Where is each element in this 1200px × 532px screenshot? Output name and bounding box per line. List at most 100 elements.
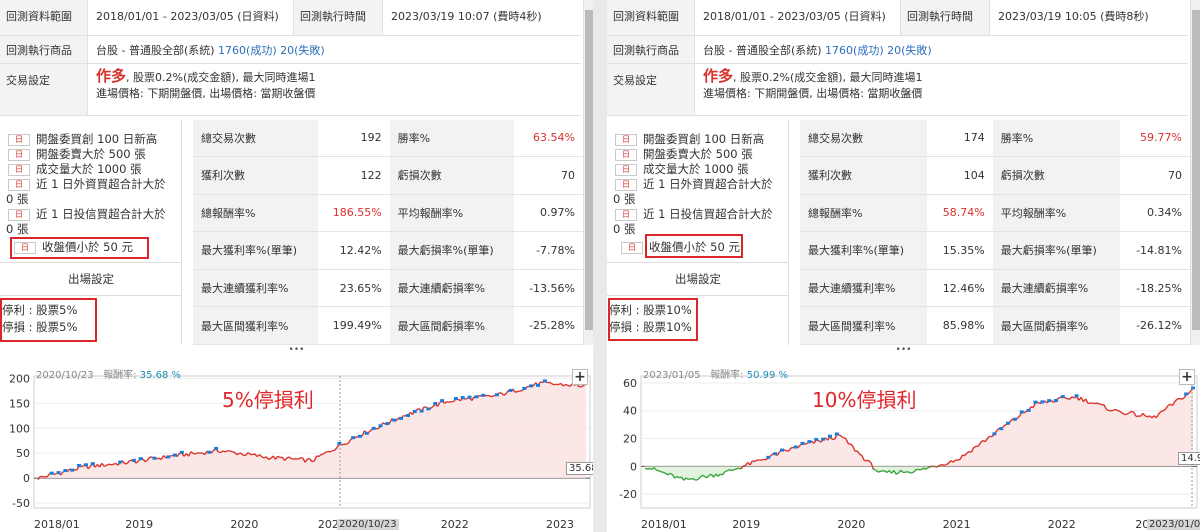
chip-return-label: 報酬率: [710, 370, 744, 381]
stat-key: 最大連續獲利率% [800, 269, 928, 308]
daily-tag: 日 [615, 163, 637, 176]
new-high-marker [412, 409, 417, 413]
zoom-in-button[interactable]: + [572, 369, 588, 385]
condition-item: 日開盤委買創 100 日新高 [607, 132, 788, 147]
condition-text: 開盤委買創 100 日新高 [36, 132, 158, 146]
chip-return-label: 報酬率: [103, 370, 137, 381]
equity-line-segment [658, 470, 662, 473]
y-tick-label: 100 [9, 422, 30, 435]
scrollbar[interactable] [1190, 0, 1200, 345]
equity-line-segment [487, 394, 491, 397]
exec-time-label: 回測執行時間 [900, 0, 990, 35]
new-high-marker [49, 471, 54, 475]
new-high-marker [118, 460, 123, 464]
stat-value: 23.65% [317, 269, 390, 308]
new-high-marker [529, 384, 534, 388]
scrollbar-thumb[interactable] [585, 10, 593, 330]
condition-item: 日成交量大於 1000 張 [607, 162, 788, 177]
product-success-link[interactable]: 1760(成功) [825, 44, 884, 57]
new-high-marker [460, 396, 465, 400]
stat-value: -26.12% [1119, 306, 1190, 345]
stat-value: 15.35% [927, 231, 993, 270]
product-fail-link[interactable]: 20(失敗) [280, 44, 325, 57]
new-high-marker [70, 468, 75, 472]
trade-line1: , 股票0.2%(成交金額), 最大同時進場1 [126, 71, 316, 84]
stat-key: 獲利次數 [800, 156, 928, 195]
equity-chart[interactable]: 60 40 20 0 -20 2018/01 2019 2020 2021 2022 2023/01… [607, 356, 1200, 532]
stat-key: 最大獲利率%(單筆) [193, 231, 318, 270]
equity-line-segment [53, 472, 57, 475]
new-high-marker [508, 388, 513, 392]
condition-item: 日近 1 日外資買超合計大於 [0, 177, 181, 192]
stat-value: -25.28% [514, 306, 583, 345]
stat-value: -7.78% [514, 231, 583, 270]
equity-line-segment [939, 463, 943, 467]
stat-key: 虧損次數 [389, 156, 515, 195]
new-high-marker [173, 453, 177, 457]
equity-line-segment [464, 397, 468, 400]
stat-key: 總交易次數 [800, 120, 928, 157]
condition-item: 日近 1 日外資買超合計大於 [607, 177, 788, 192]
equity-line-segment [514, 390, 518, 393]
equity-line-segment [519, 389, 523, 392]
new-high-marker [1012, 417, 1017, 421]
equity-line-segment [656, 469, 659, 472]
panel-divider-handle[interactable]: ••• [0, 346, 593, 355]
equity-line-segment [647, 467, 650, 470]
equity-line-segment [644, 467, 648, 470]
condition-item: 日成交量大於 1000 張 [0, 162, 181, 177]
equity-line-segment [957, 458, 961, 461]
stat-key: 最大虧損率%(單筆) [389, 231, 515, 270]
daily-tag: 日 [615, 178, 637, 191]
equity-line-segment [320, 453, 324, 456]
equity-line-segment [905, 470, 908, 473]
equity-line-segment [108, 463, 112, 466]
new-high-marker [152, 456, 157, 460]
scrollbar[interactable] [583, 0, 593, 345]
stat-value: 70 [514, 156, 583, 195]
new-high-marker [385, 422, 390, 426]
zoom-in-button[interactable]: + [1179, 369, 1195, 385]
new-high-marker [131, 458, 136, 462]
equity-chart[interactable]: 200 150 100 50 0 -50 2018/01 2019 2020 2020/10/23… [0, 356, 593, 532]
equity-line-segment [485, 394, 489, 397]
new-high-marker [1060, 395, 1065, 399]
stats-row: 總報酬率% 186.55% 平均報酬率% 0.97% [193, 194, 583, 233]
x-tick-label: 2019 [125, 518, 153, 531]
new-high-marker [1026, 408, 1031, 412]
equity-line-segment [565, 383, 569, 387]
equity-line-segment [526, 385, 530, 388]
condition-text: 近 1 日投信買超合計大於 [36, 207, 166, 221]
daily-tag: 日 [8, 163, 30, 176]
equity-line-segment [943, 463, 947, 467]
new-high-marker [522, 386, 527, 390]
y-tick-label: 60 [623, 377, 637, 390]
equity-line-segment [729, 468, 732, 472]
stat-key: 獲利次數 [193, 156, 318, 195]
equity-line-segment [752, 460, 755, 463]
highlight-price-condition [645, 234, 743, 258]
new-high-marker [481, 393, 486, 397]
scrollbar-thumb[interactable] [1192, 10, 1200, 330]
y-tick-label: 0 [23, 472, 30, 485]
condition-text: 開盤委買創 100 日新高 [643, 132, 765, 146]
panel-divider-handle[interactable]: ••• [607, 346, 1200, 355]
condition-text: 成交量大於 1000 張 [643, 162, 749, 176]
product-success-link[interactable]: 1760(成功) [218, 44, 277, 57]
equity-line-segment [733, 468, 737, 471]
new-high-marker [405, 413, 410, 417]
condition-item: 日開盤委賣大於 500 張 [607, 147, 788, 162]
info-row-trade: 交易設定 作多, 股票0.2%(成交金額), 最大同時進場1 進場價格: 下期開… [607, 64, 1188, 116]
new-high-marker [542, 379, 547, 383]
new-high-marker [1006, 421, 1011, 425]
chart-date-chip: 2020/10/23 報酬率: 35.68 % [36, 366, 181, 381]
equity-line-segment [877, 470, 881, 473]
new-high-marker [834, 432, 839, 436]
condition-text: 近 1 日外資買超合計大於 [643, 177, 773, 191]
stat-key: 最大區間虧損率% [992, 306, 1120, 345]
stats-row: 最大區間獲利率% 85.98% 最大區間虧損率% -26.12% [800, 306, 1190, 345]
new-high-marker [351, 436, 356, 440]
new-high-marker [392, 418, 397, 422]
stats-row: 總交易次數 192 勝率% 63.54% [193, 120, 583, 157]
product-fail-link[interactable]: 20(失敗) [887, 44, 932, 57]
